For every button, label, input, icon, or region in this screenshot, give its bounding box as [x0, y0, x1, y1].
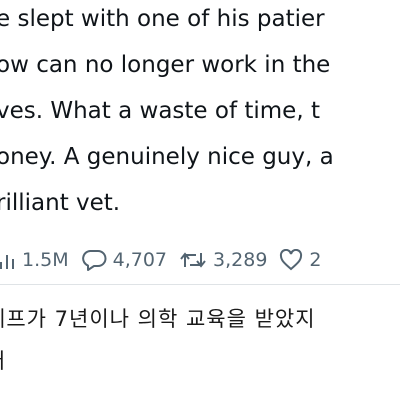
tweet-text-line: oney. A genuinely nice guy, a	[0, 144, 334, 170]
views-icon	[0, 250, 22, 270]
tweet-text: e slept with one of his patier ow can no…	[0, 0, 400, 226]
reply-icon	[81, 249, 113, 271]
retweet-button[interactable]: 3,289	[179, 249, 267, 271]
retweet-count: 3,289	[213, 249, 268, 271]
like-button[interactable]: 2	[279, 249, 322, 271]
views-button[interactable]: 1.5M	[0, 249, 69, 271]
comment-text-line: 셰프가 7년이나 의학 교육을 받았지	[0, 307, 316, 331]
comment-text: 셰프가 7년이나 의학 교육을 받았지 어	[0, 298, 316, 382]
like-count: 2	[309, 249, 322, 271]
heart-icon	[279, 249, 309, 271]
tweet-text-line: e slept with one of his patier	[0, 6, 325, 32]
tweet-text-line: ves. What a waste of time, t	[0, 98, 320, 124]
reply-count: 4,707	[112, 249, 168, 271]
tweet-text-line: rilliant vet.	[0, 190, 121, 216]
divider	[0, 284, 400, 285]
retweet-icon	[179, 249, 213, 271]
comment-text-line: 어	[0, 340, 316, 382]
tweet-metrics-bar: 1.5M 4,707 3,289 2	[0, 240, 334, 280]
tweet-text-line: ow can no longer work in the	[0, 52, 331, 78]
views-count: 1.5M	[22, 249, 69, 271]
screenshot-crop: e slept with one of his patier ow can no…	[0, 0, 400, 400]
reply-button[interactable]: 4,707	[81, 249, 167, 271]
